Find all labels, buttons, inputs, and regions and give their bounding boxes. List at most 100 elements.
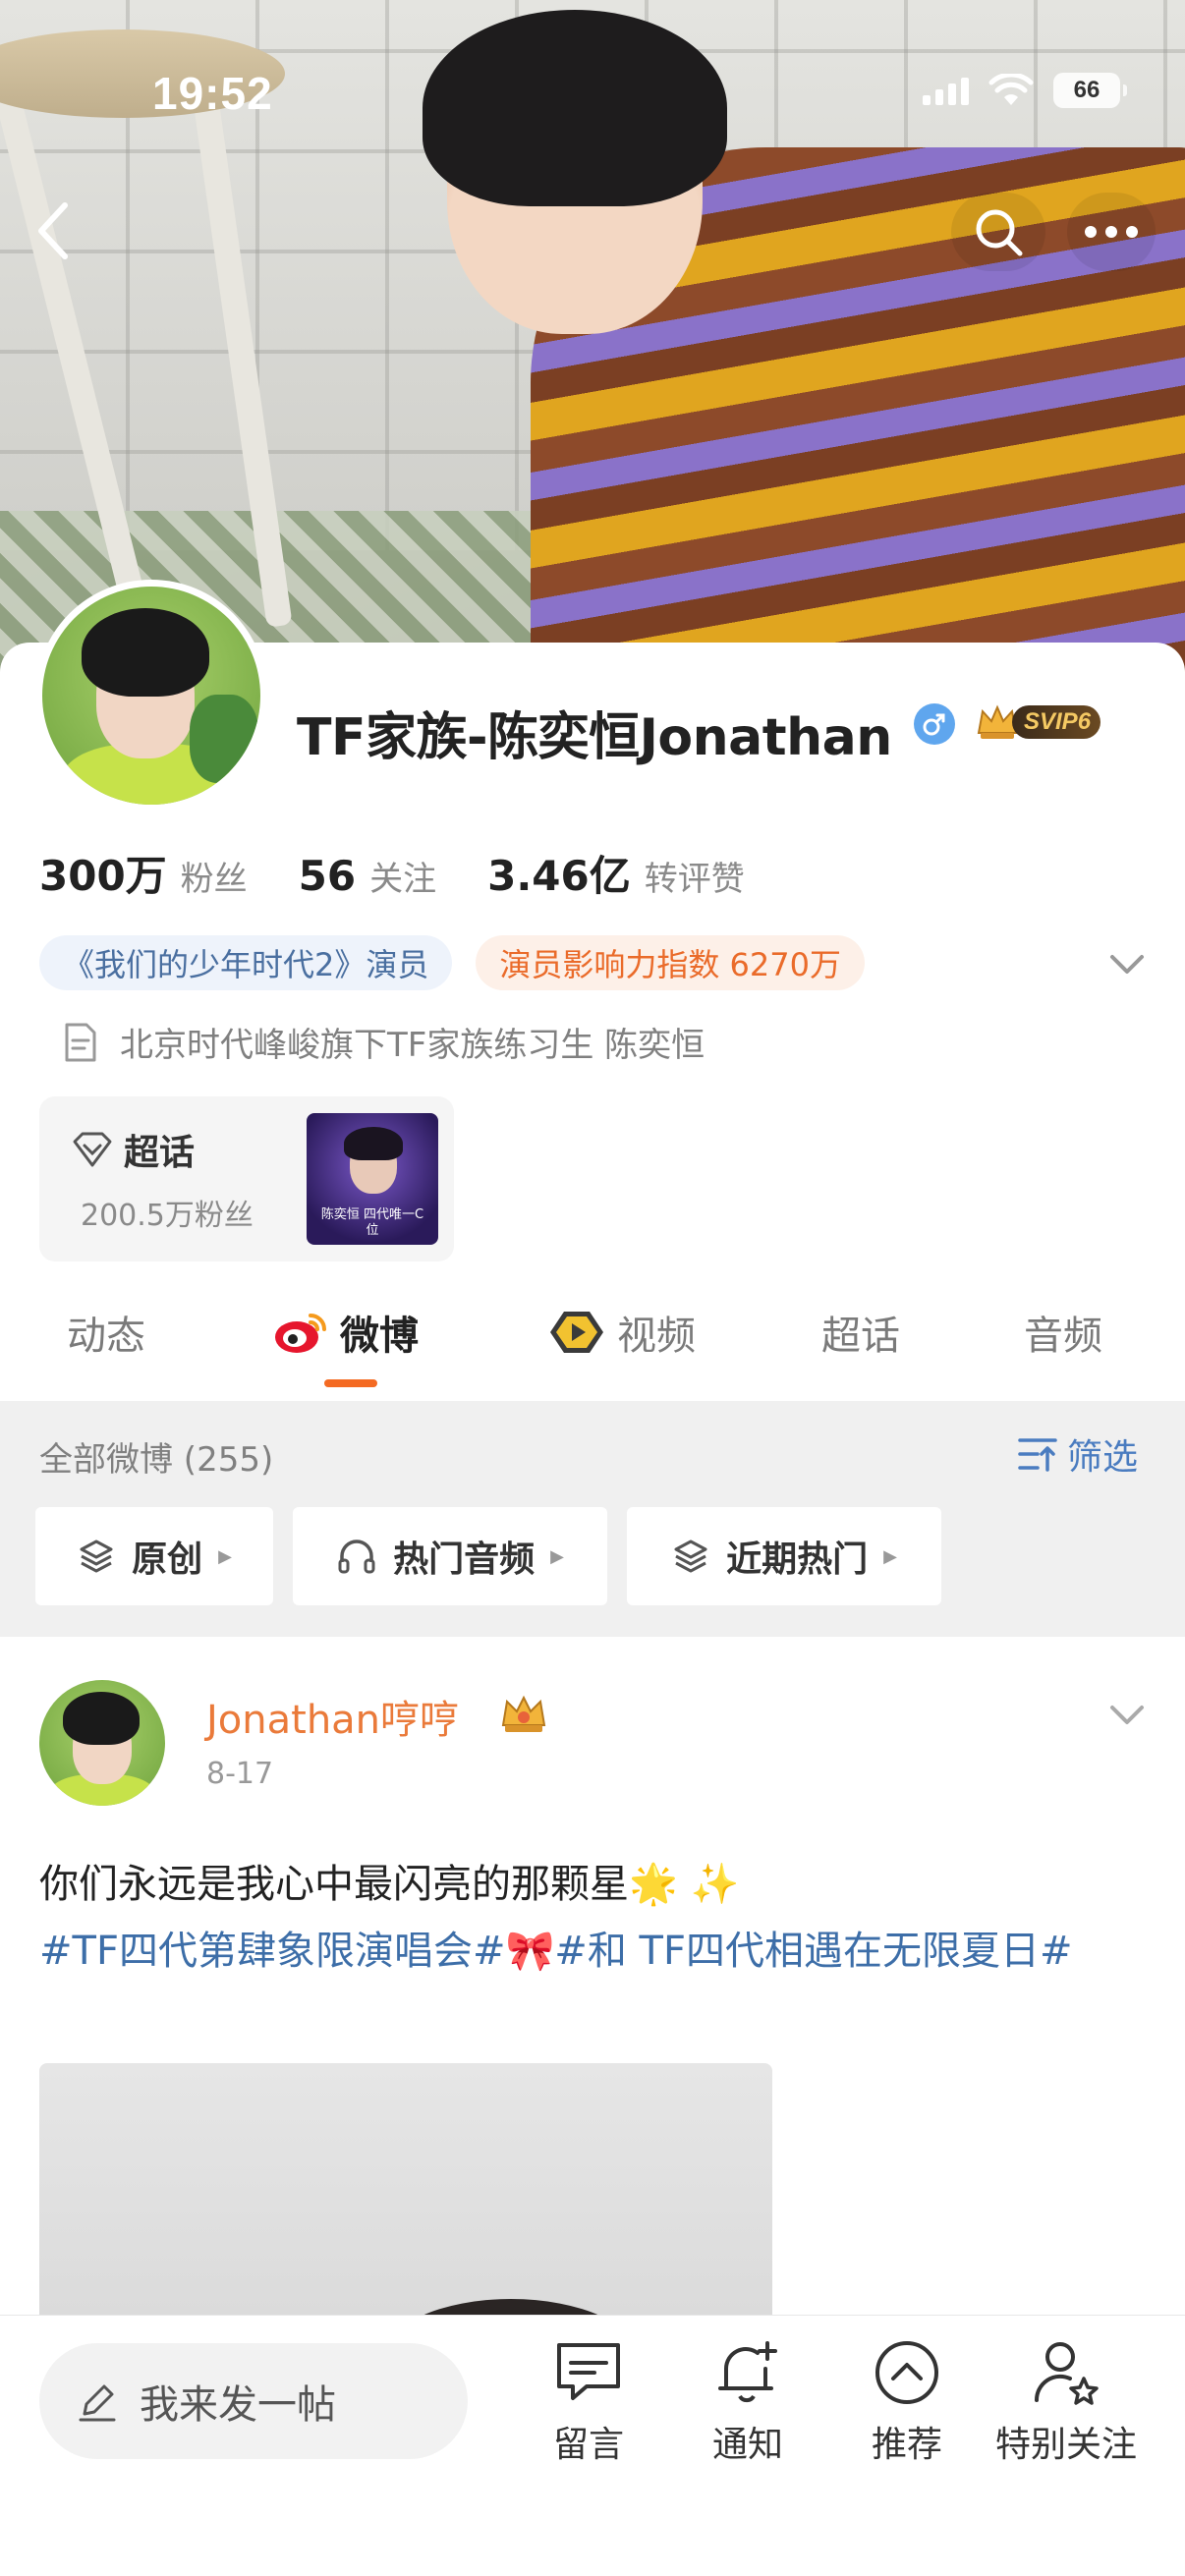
back-button[interactable] [24, 192, 83, 270]
post-date: 8-17 [206, 1757, 274, 1791]
chip-label: 原创 [132, 1540, 203, 1580]
chevron-down-icon [1110, 1706, 1144, 1724]
weibo-count: 全部微博 (255) [39, 1440, 274, 1480]
chip-original[interactable]: 原创 ▶ [35, 1507, 273, 1605]
supertopic-thumbnail: 陈奕恒 四代唯一C位 [307, 1113, 438, 1245]
post-text-line: 你们永远是我心中最闪亮的那颗星🌟 ✨ [39, 1862, 740, 1907]
bell-plus-icon [718, 2341, 777, 2403]
tag-actor[interactable]: 《我们的少年时代2》演员 [39, 935, 453, 990]
chip-recent-hot[interactable]: 近期热门 ▶ [627, 1507, 941, 1605]
comment-button[interactable]: 留言 [505, 2335, 672, 2467]
post-menu-button[interactable] [1104, 1696, 1150, 1735]
more-dots-icon [1085, 226, 1138, 238]
wifi-icon [988, 74, 1034, 105]
profile-bio: 北京时代峰峻旗下TF家族练习生 陈奕恒 [61, 1018, 705, 1066]
stat-label: 关注 [369, 860, 437, 899]
tab-label: 超话 [821, 1314, 900, 1359]
tab-label: 视频 [617, 1314, 696, 1359]
stat-value: 3.46亿 [487, 852, 631, 900]
hashtag-link[interactable]: #TF四代第肆象限演唱会# [39, 1929, 505, 1974]
stat-value: 300万 [39, 852, 167, 900]
filter-chips: 原创 ▶ 热门音频 ▶ 近期热门 ▶ [35, 1507, 941, 1605]
layers-icon [674, 1540, 707, 1573]
tab-audio[interactable]: 音频 [1024, 1293, 1102, 1372]
compose-input[interactable]: 我来发一帖 [39, 2343, 468, 2459]
caret-right-icon: ▶ [218, 1545, 232, 1567]
chevron-up-circle-icon [875, 2341, 938, 2404]
filter-label: 筛选 [1067, 1437, 1139, 1478]
avatar-image [42, 587, 260, 805]
svip-label: SVIP6 [1012, 705, 1101, 739]
diamond-icon [73, 1132, 112, 1167]
compose-placeholder: 我来发一帖 [140, 2382, 336, 2428]
tab-label: 音频 [1024, 1314, 1102, 1359]
bow-emoji: 🎀 [505, 1929, 555, 1974]
post-image[interactable] [39, 2063, 772, 2358]
user-star-icon [1034, 2342, 1099, 2405]
post-author-name[interactable]: Jonathan哼哼 [206, 1688, 459, 1745]
status-time: 19:52 [152, 68, 273, 119]
vip-crown-icon [501, 1695, 546, 1732]
expand-profile-button[interactable] [1104, 945, 1150, 984]
signal-icon [923, 76, 969, 105]
special-follow-button[interactable]: 特别关注 [983, 2335, 1150, 2467]
bottom-label: 留言 [552, 2425, 624, 2465]
battery-level: 66 [1073, 77, 1100, 103]
male-gender-icon [914, 703, 955, 745]
caret-right-icon: ▶ [550, 1545, 564, 1567]
post-author-avatar[interactable] [39, 1680, 165, 1806]
chip-label: 热门音频 [393, 1540, 536, 1580]
headphones-icon [338, 1540, 375, 1574]
chevron-left-icon [38, 202, 68, 259]
cover-person-hair [423, 10, 727, 206]
search-icon [976, 209, 1023, 256]
post-text: 你们永远是我心中最闪亮的那颗星🌟 ✨ #TF四代第肆象限演唱会#🎀#和 TF四代… [39, 1851, 1150, 1985]
supertopic-title: 超话 [124, 1133, 196, 1173]
tab-video[interactable]: 视频 [546, 1293, 696, 1372]
supertopic-card[interactable]: 超话 200.5万粉丝 陈奕恒 四代唯一C位 [39, 1096, 454, 1261]
battery-icon: 66 [1053, 73, 1127, 108]
stat-value: 56 [298, 852, 357, 900]
stat-followers[interactable]: 300万 粉丝 [39, 843, 248, 903]
tab-supertopic[interactable]: 超话 [821, 1293, 900, 1372]
bottom-bar: 我来发一帖 留言 通知 推荐 特别关注 [0, 2315, 1185, 2576]
pencil-icon [79, 2384, 116, 2422]
bio-text: 北京时代峰峻旗下TF家族练习生 陈奕恒 [120, 1026, 705, 1065]
video-icon [550, 1312, 603, 1353]
chip-label: 近期热门 [726, 1540, 869, 1580]
document-icon [65, 1023, 96, 1061]
caret-right-icon: ▶ [883, 1545, 897, 1567]
post-card: Jonathan哼哼 8-17 你们永远是我心中最闪亮的那颗星🌟 ✨ #TF四代… [0, 1637, 1185, 2358]
svip-badge[interactable]: SVIP6 [975, 700, 1116, 745]
hashtag-link[interactable]: #和 TF四代相遇在无限夏日# [554, 1929, 1072, 1974]
recommend-button[interactable]: 推荐 [823, 2335, 990, 2467]
tab-label: 动态 [67, 1314, 145, 1359]
weibo-logo-icon [275, 1314, 326, 1353]
bottom-label: 特别关注 [994, 2425, 1137, 2465]
supertopic-fans: 200.5万粉丝 [81, 1199, 254, 1233]
stat-interactions[interactable]: 3.46亿 转评赞 [487, 843, 745, 903]
profile-tabs: 动态 微博 视频 超话 音频 [0, 1293, 1185, 1401]
profile-stats: 300万 粉丝 56 关注 3.46亿 转评赞 [39, 843, 796, 903]
tab-weibo[interactable]: 微博 [271, 1293, 419, 1372]
supertopic-thumb-text: 陈奕恒 四代唯一C位 [320, 1207, 424, 1238]
filter-button[interactable]: 筛选 [1016, 1428, 1138, 1480]
chip-hot-audio[interactable]: 热门音频 ▶ [293, 1507, 607, 1605]
more-button[interactable] [1067, 193, 1156, 271]
tab-activity[interactable]: 动态 [67, 1293, 145, 1372]
status-icons: 66 [923, 73, 1127, 108]
stat-following[interactable]: 56 关注 [299, 852, 436, 900]
stat-label: 粉丝 [180, 860, 248, 899]
filter-area: 全部微博 (255) 筛选 原创 ▶ 热门音频 ▶ 近期热门 ▶ [0, 1401, 1185, 1637]
bottom-label: 通知 [711, 2425, 783, 2465]
layers-icon [80, 1540, 113, 1573]
notify-button[interactable]: 通知 [664, 2335, 831, 2467]
bottom-label: 推荐 [871, 2425, 942, 2465]
tag-influence-index[interactable]: 演员影响力指数 6270万 [476, 935, 865, 990]
comment-icon [557, 2343, 620, 2400]
active-tab-indicator [324, 1379, 377, 1387]
filter-sort-icon [1018, 1438, 1057, 1472]
search-button[interactable] [951, 193, 1045, 271]
chevron-down-icon [1110, 955, 1144, 974]
profile-avatar[interactable] [35, 580, 267, 812]
